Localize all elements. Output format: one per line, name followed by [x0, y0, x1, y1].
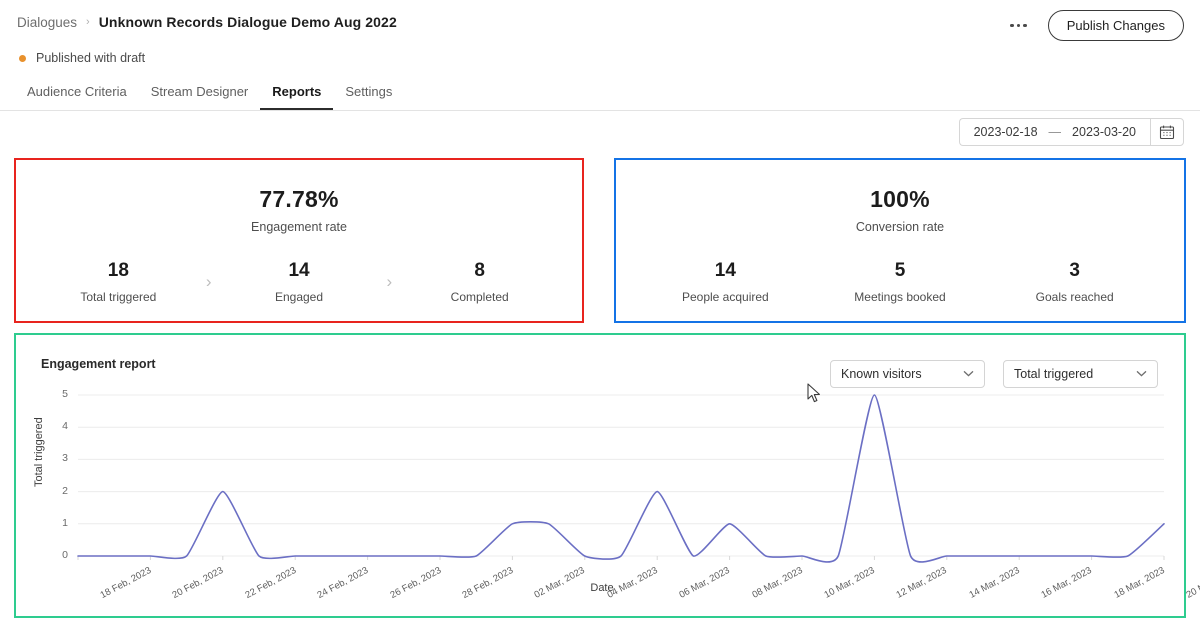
metric-cards: 77.78% Engagement rate 18 Total triggere…: [14, 158, 1186, 323]
tab-audience-criteria[interactable]: Audience Criteria: [15, 80, 139, 110]
chevron-right-icon: ›: [205, 272, 212, 291]
page-title: Unknown Records Dialogue Demo Aug 2022: [98, 14, 397, 30]
engagement-report-card: Engagement report Known visitors Total t…: [14, 333, 1200, 620]
status-label: Published with draft: [36, 51, 146, 65]
engagement-card: 77.78% Engagement rate 18 Total triggere…: [14, 158, 584, 323]
engagement-rate-value: 77.78%: [259, 186, 339, 212]
metric-value: 8: [474, 260, 485, 281]
y-axis-tick: 2: [62, 484, 68, 497]
status-dot-icon: [19, 54, 26, 62]
metric-value: 14: [288, 260, 310, 281]
chevron-down-icon: [1136, 369, 1147, 380]
engagement-funnel: 18 Total triggered › 14 Engaged › 8 Comp…: [16, 260, 582, 304]
page-header: Dialogues › Unknown Records Dialogue Dem…: [0, 0, 1200, 111]
header-divider: [0, 110, 1200, 111]
y-axis-tick: 5: [62, 388, 68, 400]
conversion-rate-label: Conversion rate: [855, 220, 945, 234]
tab-stream-designer[interactable]: Stream Designer: [139, 80, 261, 110]
metric-value: 5: [894, 260, 906, 281]
conversion-card: 100% Conversion rate 14 People acquired …: [614, 158, 1186, 323]
audience-select-value: Known visitors: [841, 367, 922, 381]
conversion-metrics: 14 People acquired 5 Meetings booked 3 G…: [616, 260, 1184, 304]
chevron-right-icon: ›: [386, 272, 393, 291]
metric-label: Goals reached: [1035, 290, 1114, 304]
y-axis-tick: 3: [62, 452, 68, 465]
metric-label: Total triggered: [80, 290, 157, 304]
breadcrumb: Dialogues › Unknown Records Dialogue Dem…: [17, 14, 397, 30]
series-line: [77, 394, 1165, 563]
metric-people-acquired: 14 People acquired: [638, 260, 813, 304]
metric-completed: 8 Completed: [399, 260, 560, 304]
metric-value: 3: [1069, 260, 1080, 281]
conversion-card-header: 100% Conversion rate: [616, 160, 1184, 234]
metric-engaged: 14 Engaged: [219, 260, 380, 304]
engagement-rate-label: Engagement rate: [251, 220, 347, 234]
metric-label: Engaged: [274, 290, 324, 304]
date-range-input[interactable]: 2023-02-18 — 2023-03-20: [958, 118, 1150, 146]
metric-label: Completed: [450, 290, 509, 304]
engagement-card-header: 77.78% Engagement rate: [16, 160, 582, 234]
metric-total-triggered: 18 Total triggered: [38, 260, 199, 304]
calendar-icon[interactable]: [1150, 118, 1184, 146]
chevron-down-icon: [963, 369, 974, 380]
date-range-separator: —: [1048, 125, 1062, 139]
tab-settings[interactable]: Settings: [333, 80, 404, 110]
conversion-rate-value: 100%: [870, 186, 930, 212]
more-options-icon[interactable]: [1006, 18, 1031, 34]
y-axis-tick: 4: [62, 420, 68, 433]
date-range-picker: 2023-02-18 — 2023-03-20: [958, 118, 1184, 146]
status-badge: Published with draft: [19, 51, 145, 65]
chart-title: Engagement report: [41, 357, 156, 371]
reports-page: Dialogues › Unknown Records Dialogue Dem…: [0, 0, 1200, 628]
publish-changes-button[interactable]: Publish Changes: [1047, 10, 1184, 41]
metric-goals-reached: 3 Goals reached: [987, 260, 1162, 304]
tab-reports[interactable]: Reports: [260, 80, 334, 110]
metric-meetings-booked: 5 Meetings booked: [813, 260, 988, 304]
date-range-start: 2023-02-18: [973, 125, 1038, 139]
metric-value: 18: [107, 260, 129, 281]
breadcrumb-parent-link[interactable]: Dialogues: [17, 15, 77, 30]
metric-select-value: Total triggered: [1014, 367, 1094, 381]
metric-label: Meetings booked: [854, 290, 946, 304]
date-range-end: 2023-03-20: [1072, 125, 1136, 139]
metric-value: 14: [714, 260, 736, 281]
y-axis-tick: 0: [62, 549, 68, 561]
header-actions: Publish Changes: [1006, 10, 1184, 41]
breadcrumb-separator-icon: ›: [86, 16, 90, 28]
line-chart: Total triggered Date 012345 18 Feb, 2023…: [16, 383, 1200, 620]
metric-label: People acquired: [681, 290, 769, 304]
tab-bar: Audience Criteria Stream Designer Report…: [15, 80, 404, 110]
y-axis-tick: 1: [62, 516, 68, 529]
y-axis-label: Total triggered: [33, 417, 45, 487]
